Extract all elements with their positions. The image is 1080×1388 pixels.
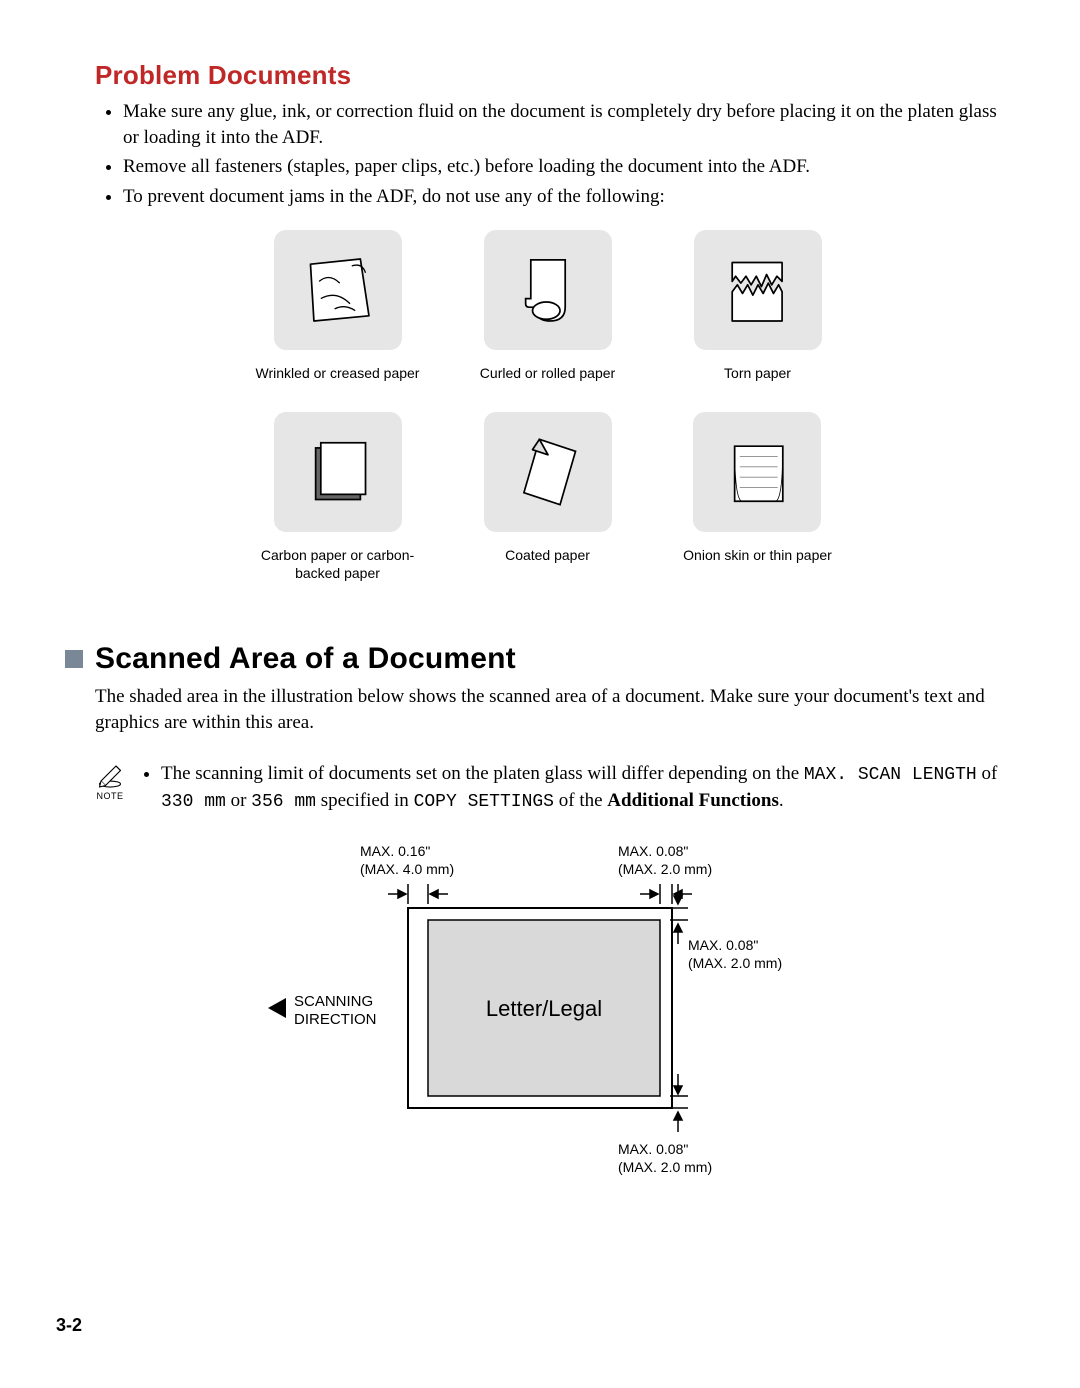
note-mono: MAX. SCAN LENGTH: [804, 765, 977, 785]
diagram-top-margin-l1: MAX. 0.08": [688, 937, 758, 953]
note-span: specified in: [316, 790, 414, 811]
diagram-right-margin-l1: MAX. 0.08": [618, 843, 688, 859]
wrinkled-paper-icon: [274, 230, 402, 350]
paper-caption: Carbon paper or carbon-backed paper: [243, 546, 433, 582]
problem-documents-bullets: Make sure any glue, ink, or correction f…: [95, 99, 1000, 210]
heading-text: Scanned Area of a Document: [95, 642, 516, 676]
diagram-bottom-margin-l1: MAX. 0.08": [618, 1141, 688, 1157]
note-mono: 356 mm: [251, 792, 316, 812]
paper-cell-carbon: Carbon paper or carbon-backed paper: [243, 412, 433, 582]
note-mono: COPY SETTINGS: [414, 792, 554, 812]
diagram-left-margin-l2: (MAX. 4.0 mm): [360, 861, 454, 877]
paper-cell-wrinkled: Wrinkled or creased paper: [256, 230, 420, 382]
note-span: of the: [554, 790, 607, 811]
paper-cell-coated: Coated paper: [484, 412, 612, 582]
diagram-center-label: Letter/Legal: [485, 996, 601, 1021]
note-mono: 330 mm: [161, 792, 226, 812]
scanned-area-heading: Scanned Area of a Document: [65, 642, 1000, 676]
curled-paper-icon: [484, 230, 612, 350]
paper-caption: Wrinkled or creased paper: [256, 364, 420, 382]
note-row: NOTE The scanning limit of documents set…: [95, 761, 1000, 814]
note-span: or: [226, 790, 251, 811]
paper-caption: Onion skin or thin paper: [683, 546, 832, 564]
paper-cell-curled: Curled or rolled paper: [480, 230, 615, 382]
heading-square-icon: [65, 650, 83, 668]
diagram-right-margin-l2: (MAX. 2.0 mm): [618, 861, 712, 877]
note-text: The scanning limit of documents set on t…: [143, 761, 1000, 814]
diagram-scanning-l2: DIRECTION: [294, 1011, 377, 1028]
bullet-item: To prevent document jams in the ADF, do …: [123, 184, 1000, 210]
diagram-left-margin-l1: MAX. 0.16": [360, 843, 430, 859]
note-label: NOTE: [96, 791, 123, 801]
onion-skin-paper-icon: [693, 412, 821, 532]
note-span: The scanning limit of documents set on t…: [161, 763, 804, 784]
note-span: of: [977, 763, 998, 784]
note-span: .: [779, 790, 784, 811]
paper-cell-onion: Onion skin or thin paper: [683, 412, 832, 582]
bullet-item: Remove all fasteners (staples, paper cli…: [123, 154, 1000, 180]
paper-caption: Coated paper: [505, 546, 590, 564]
problem-documents-heading: Problem Documents: [95, 60, 1000, 91]
scanning-direction-arrow-icon: [268, 998, 286, 1018]
note-bold: Additional Functions: [607, 790, 779, 811]
paper-cell-torn: Torn paper: [694, 230, 822, 382]
diagram-bottom-margin-l2: (MAX. 2.0 mm): [618, 1159, 712, 1175]
diagram-scanning-l1: SCANNING: [294, 993, 373, 1010]
scanned-area-body: The shaded area in the illustration belo…: [95, 684, 1000, 735]
page-number: 3-2: [56, 1315, 82, 1336]
diagram-top-margin-l2: (MAX. 2.0 mm): [688, 955, 782, 971]
scan-area-diagram: MAX. 0.16" (MAX. 4.0 mm) MAX. 0.08" (MAX…: [95, 838, 1000, 1198]
paper-caption: Curled or rolled paper: [480, 364, 615, 382]
coated-paper-icon: [484, 412, 612, 532]
bullet-item: Make sure any glue, ink, or correction f…: [123, 99, 1000, 150]
carbon-paper-icon: [274, 412, 402, 532]
torn-paper-icon: [694, 230, 822, 350]
paper-type-grid: Wrinkled or creased paper Curled or roll…: [243, 230, 853, 583]
paper-caption: Torn paper: [724, 364, 791, 382]
note-icon: NOTE: [95, 761, 125, 801]
